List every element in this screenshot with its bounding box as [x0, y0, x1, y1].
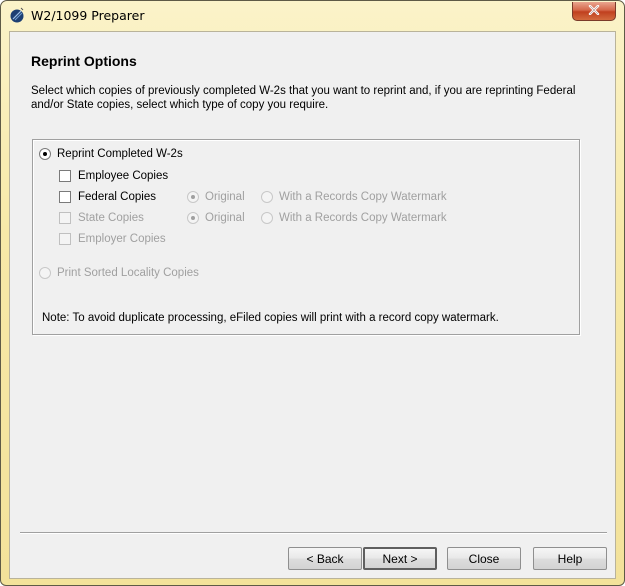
state-copies-label: State Copies	[78, 212, 144, 224]
radio-selected-icon	[39, 148, 51, 160]
radio-selected-icon	[187, 212, 199, 224]
radio-unselected-icon	[261, 191, 273, 203]
back-button[interactable]: < Back	[288, 547, 362, 570]
footer-divider	[20, 532, 607, 534]
reprint-completed-label: Reprint Completed W-2s	[57, 148, 183, 160]
state-copies-checkbox[interactable]: State Copies	[59, 212, 144, 224]
page-title: Reprint Options	[31, 53, 137, 69]
federal-original-label: Original	[205, 191, 245, 203]
radio-unselected-icon	[261, 212, 273, 224]
app-logo-icon	[9, 7, 25, 23]
state-original-label: Original	[205, 212, 245, 224]
print-sorted-locality-label: Print Sorted Locality Copies	[57, 267, 199, 279]
checkbox-unchecked-icon	[59, 233, 71, 245]
close-button[interactable]: Close	[447, 547, 521, 570]
employee-copies-label: Employee Copies	[78, 170, 169, 182]
intro-text: Select which copies of previously comple…	[31, 85, 576, 111]
federal-original-radio[interactable]: Original	[187, 191, 245, 203]
close-window-button[interactable]	[572, 2, 616, 21]
checkbox-unchecked-icon	[59, 191, 71, 203]
state-original-radio[interactable]: Original	[187, 212, 245, 224]
print-sorted-locality-radio[interactable]: Print Sorted Locality Copies	[39, 267, 199, 279]
state-watermark-label: With a Records Copy Watermark	[279, 212, 447, 224]
checkbox-unchecked-icon	[59, 212, 71, 224]
radio-selected-icon	[187, 191, 199, 203]
checkbox-unchecked-icon	[59, 170, 71, 182]
close-icon	[587, 4, 601, 18]
employee-copies-checkbox[interactable]: Employee Copies	[59, 170, 168, 182]
help-button[interactable]: Help	[533, 547, 607, 570]
dialog-window: W2/1099 Preparer Reprint Options Select …	[0, 0, 625, 586]
dialog-content: Reprint Options Select which copies of p…	[9, 31, 616, 579]
federal-copies-checkbox[interactable]: Federal Copies	[59, 191, 156, 203]
radio-unselected-icon	[39, 267, 51, 279]
reprint-options-group: Reprint Completed W-2s Employee Copies F…	[32, 139, 580, 335]
federal-watermark-label: With a Records Copy Watermark	[279, 191, 447, 203]
efile-note: Note: To avoid duplicate processing, eFi…	[42, 312, 499, 324]
next-button[interactable]: Next >	[363, 547, 437, 570]
window-title: W2/1099 Preparer	[31, 8, 145, 23]
reprint-completed-radio[interactable]: Reprint Completed W-2s	[39, 148, 183, 160]
federal-copies-label: Federal Copies	[78, 191, 156, 203]
employer-copies-label: Employer Copies	[78, 233, 166, 245]
state-watermark-radio[interactable]: With a Records Copy Watermark	[261, 212, 447, 224]
employer-copies-checkbox[interactable]: Employer Copies	[59, 233, 166, 245]
federal-watermark-radio[interactable]: With a Records Copy Watermark	[261, 191, 447, 203]
title-bar[interactable]: W2/1099 Preparer	[1, 1, 624, 31]
